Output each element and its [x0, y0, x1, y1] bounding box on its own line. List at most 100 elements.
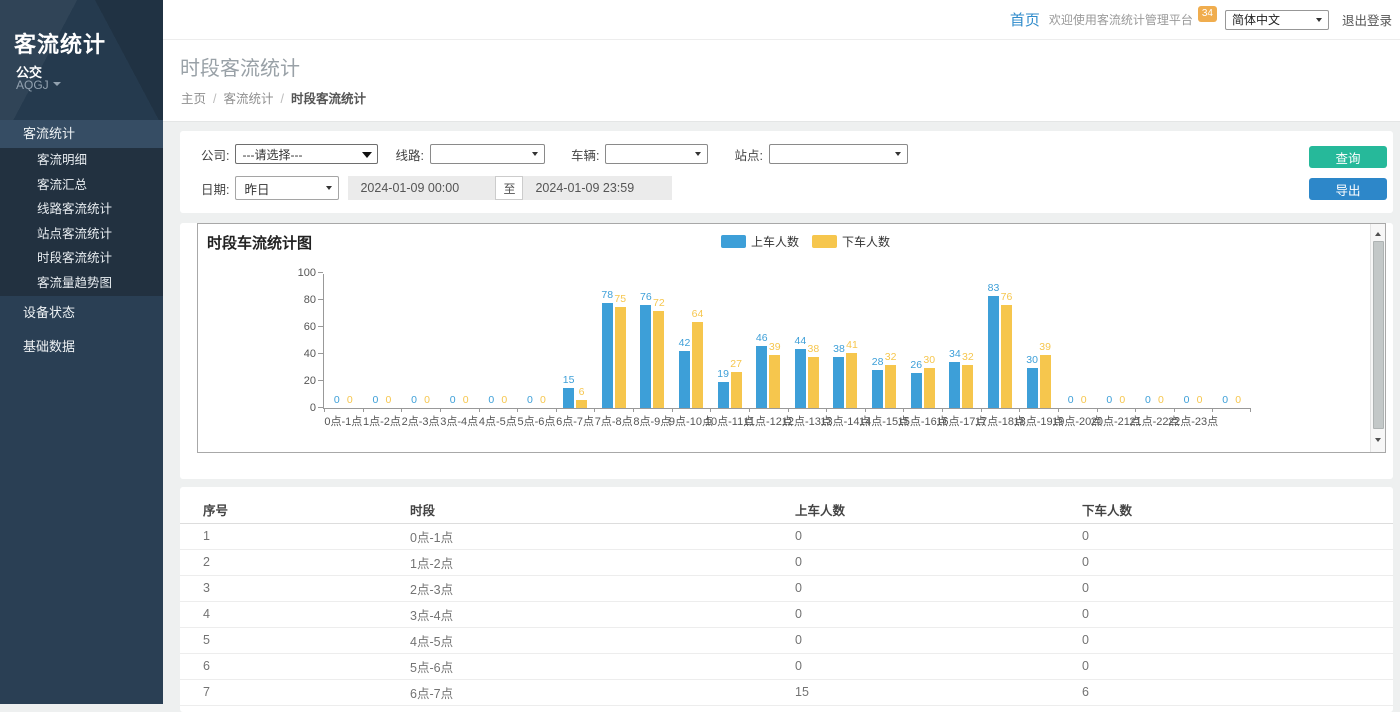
y-axis-tick-label: 0: [278, 402, 316, 414]
table-row[interactable]: 76点-7点156: [180, 679, 1393, 705]
sidebar-item-line-stats[interactable]: 线路客流统计: [0, 197, 163, 222]
station-select[interactable]: [769, 144, 908, 164]
chart-title: 时段车流统计图: [207, 232, 312, 253]
bar-boarding: [602, 303, 613, 408]
chevron-down-icon: [1316, 18, 1322, 25]
chart-legend: 上车人数 下车人数: [721, 233, 890, 250]
chart-category: 005点-6点: [517, 274, 556, 408]
page-heading: 时段客流统计 主页/客流统计/时段客流统计: [163, 40, 1400, 122]
sidebar-item-trend-chart[interactable]: 客流量趋势图: [0, 271, 163, 296]
bar-value-label: 6: [570, 386, 594, 398]
col-header-boarding: 上车人数: [795, 497, 1082, 523]
notification-badge[interactable]: 34: [1198, 6, 1217, 22]
bar-boarding: [911, 373, 922, 408]
chart-category: 0022点-23点: [1174, 274, 1213, 408]
legend-item-boarding[interactable]: 上车人数: [721, 233, 799, 250]
bar-value-label: 39: [763, 341, 787, 353]
table-row[interactable]: 32点-3点00: [180, 575, 1393, 601]
bar-value-label: 0: [1149, 394, 1173, 406]
vehicle-select[interactable]: [605, 144, 708, 164]
bar-alighting: [1040, 355, 1051, 408]
sidebar-item-station-stats[interactable]: 站点客流统计: [0, 222, 163, 247]
sidebar: 客流统计 公交 AQGJ 客流统计 客流明细 客流汇总 线路客流统计 站点客流统…: [0, 0, 163, 704]
bar-alighting: [653, 311, 664, 408]
chevron-down-icon: [695, 152, 701, 159]
sidebar-item-period-stats[interactable]: 时段客流统计: [0, 246, 163, 271]
bar-boarding: [949, 362, 960, 408]
language-select[interactable]: 简体中文: [1225, 10, 1329, 30]
station-label: 站点:: [734, 145, 762, 164]
line-select[interactable]: [430, 144, 545, 164]
export-button[interactable]: 导出: [1309, 178, 1387, 200]
chevron-down-icon: [53, 82, 61, 90]
vehicle-label: 车辆:: [571, 145, 599, 164]
sidebar-item-passenger-stats[interactable]: 客流统计: [0, 120, 163, 148]
table-row[interactable]: 54点-5点00: [180, 627, 1393, 653]
sidebar-item-device-status[interactable]: 设备状态: [0, 296, 163, 330]
y-axis-tick-label: 100: [278, 267, 316, 279]
y-axis-tick-label: 20: [278, 375, 316, 387]
table-row[interactable]: 10点-1点00: [180, 523, 1393, 549]
x-axis-tick-label: 1点-2点: [363, 413, 401, 429]
scrollbar-thumb[interactable]: [1373, 241, 1384, 429]
chart-category: 002点-3点: [401, 274, 440, 408]
bar-alighting: [1001, 305, 1012, 408]
bar-value-label: 0: [1188, 394, 1212, 406]
bar-alighting: [692, 322, 703, 408]
sidebar-item-passenger-detail[interactable]: 客流明细: [0, 148, 163, 173]
breadcrumb: 主页/客流统计/时段客流统计: [181, 88, 366, 107]
bar-value-label: 38: [801, 343, 825, 355]
chart-category: 00: [1212, 274, 1251, 408]
dropdown-arrow-icon: [362, 152, 372, 163]
table-row[interactable]: 43点-4点00: [180, 601, 1393, 627]
date-to-input[interactable]: 2024-01-09 23:59: [523, 176, 672, 200]
table-row[interactable]: 65点-6点00: [180, 653, 1393, 679]
legend-item-alighting[interactable]: 下车人数: [812, 233, 890, 250]
scroll-down-icon[interactable]: [1371, 434, 1385, 449]
x-axis-tick-label: 7点-8点: [595, 413, 633, 429]
table-row[interactable]: 21点-2点00: [180, 549, 1393, 575]
org-code-dropdown[interactable]: AQGJ: [16, 78, 61, 92]
sidebar-item-passenger-summary[interactable]: 客流汇总: [0, 173, 163, 198]
breadcrumb-section[interactable]: 客流统计: [224, 92, 274, 106]
home-link[interactable]: 首页: [1010, 9, 1040, 30]
scroll-up-icon[interactable]: [1371, 225, 1385, 240]
x-axis-tick-label: 4点-5点: [479, 413, 517, 429]
x-axis-tick-label: 6点-7点: [556, 413, 594, 429]
bar-value-label: 0: [338, 394, 362, 406]
bar-value-label: 64: [685, 308, 709, 320]
line-label: 线路:: [395, 145, 423, 164]
chart-category: 42649点-10点: [672, 274, 711, 408]
chart-category: 0020点-21点: [1097, 274, 1136, 408]
col-header-index: 序号: [180, 497, 410, 523]
search-button[interactable]: 查询: [1309, 146, 1387, 168]
bar-boarding: [1027, 368, 1038, 409]
period-stats-table: 序号 时段 上车人数 下车人数 10点-1点0021点-2点0032点-3点00…: [180, 497, 1393, 706]
legend-swatch-boarding: [721, 235, 746, 248]
chart-scrollbar[interactable]: [1370, 224, 1385, 452]
table-header-row: 序号 时段 上车人数 下车人数: [180, 497, 1393, 523]
x-axis-tick-label: 3点-4点: [440, 413, 478, 429]
chart-category: 192710点-11点: [710, 274, 749, 408]
date-preset-select[interactable]: 昨日: [235, 176, 339, 200]
col-header-period: 时段: [410, 497, 795, 523]
bar-boarding: [988, 296, 999, 408]
x-axis-tick-label: 22点-23点: [1168, 413, 1218, 429]
logout-link[interactable]: 退出登录: [1342, 10, 1392, 29]
app-title: 客流统计: [14, 27, 106, 59]
bar-boarding: [679, 351, 690, 408]
chart-category: 004点-5点: [479, 274, 518, 408]
date-from-input[interactable]: 2024-01-09 00:00: [348, 176, 495, 200]
breadcrumb-home[interactable]: 主页: [181, 92, 206, 106]
sidebar-item-base-data[interactable]: 基础数据: [0, 330, 163, 364]
bar-value-label: 75: [608, 293, 632, 305]
bar-value-label: 0: [415, 394, 439, 406]
chart-category: 0019点-20点: [1058, 274, 1097, 408]
bar-value-label: 72: [647, 297, 671, 309]
x-axis-tick-label: 0点-1点: [324, 413, 362, 429]
bar-value-label: 0: [1110, 394, 1134, 406]
legend-swatch-alighting: [812, 235, 837, 248]
sidebar-logo-block: 客流统计 公交 AQGJ: [0, 0, 163, 120]
company-select[interactable]: ---请选择---: [235, 144, 378, 164]
page-title: 时段客流统计: [180, 52, 300, 81]
